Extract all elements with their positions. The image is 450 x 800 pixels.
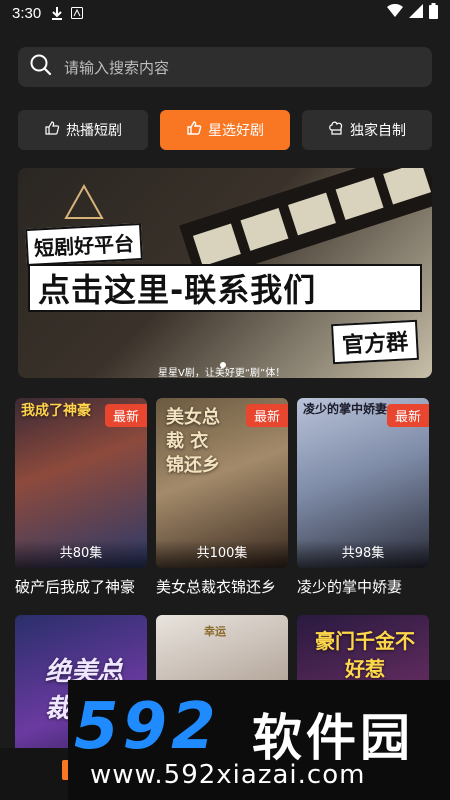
drama-poster[interactable]: 凌少的掌中娇妻 最新 共98集 bbox=[297, 398, 429, 568]
status-time: 3:30 bbox=[12, 4, 42, 22]
search-bar[interactable]: 请输入搜索内容 bbox=[18, 47, 432, 87]
poster-text: 我成了神豪 bbox=[21, 403, 91, 419]
drama-poster[interactable]: 美女总裁 衣锦还乡 最新 共100集 bbox=[156, 398, 288, 568]
tab-star-picks[interactable]: 星选好剧 bbox=[160, 110, 290, 150]
tab-exclusive[interactable]: 独家自制 bbox=[302, 110, 432, 150]
new-badge: 最新 bbox=[104, 404, 147, 427]
search-placeholder[interactable]: 请输入搜索内容 bbox=[64, 57, 169, 78]
drama-poster[interactable]: 我成了神豪 最新 共80集 bbox=[15, 398, 147, 568]
poster-text: 幸运 bbox=[204, 625, 226, 638]
status-bar: 3:30 bbox=[0, 0, 450, 26]
promo-banner[interactable]: 短剧好平台 点击这里-联系我们 官方群 星星V剧，让美好更“剧”体！ bbox=[18, 168, 432, 378]
tab-label: 热播短剧 bbox=[66, 123, 122, 139]
download-icon bbox=[51, 6, 63, 20]
thumb-up-icon bbox=[186, 120, 202, 140]
watermark-logo: 592 bbox=[74, 690, 220, 764]
drama-title[interactable]: 破产后我成了神豪 bbox=[15, 576, 147, 597]
thumb-icon bbox=[44, 120, 60, 140]
drama-title[interactable]: 凌少的掌中娇妻 bbox=[297, 576, 429, 597]
banner-slogan: 星星V剧，让美好更“剧”体！ bbox=[158, 368, 286, 378]
wifi-icon bbox=[387, 3, 403, 22]
signal-icon bbox=[409, 4, 423, 22]
drama-card[interactable]: 美女总裁 衣锦还乡 最新 共100集 美女总裁衣锦还乡 bbox=[156, 398, 288, 597]
new-badge: 最新 bbox=[386, 404, 429, 427]
poster-text: 美女总裁 衣锦还乡 bbox=[166, 407, 220, 476]
bottom-nav bbox=[0, 748, 68, 800]
clapper-icon bbox=[64, 183, 104, 219]
episode-count: 共98集 bbox=[297, 540, 429, 568]
drama-title[interactable]: 美女总裁衣锦还乡 bbox=[156, 576, 288, 597]
banner-line-2: 点击这里-联系我们 bbox=[28, 264, 422, 312]
tab-hot-dramas[interactable]: 热播短剧 bbox=[18, 110, 148, 150]
poster-text: 凌少的掌中娇妻 bbox=[303, 402, 388, 416]
new-badge: 最新 bbox=[245, 404, 288, 427]
category-tabs: 热播短剧 星选好剧 独家自制 bbox=[18, 110, 432, 150]
poster-text: 豪门千金不好惹 bbox=[315, 629, 415, 681]
drama-card[interactable]: 凌少的掌中娇妻 最新 共98集 凌少的掌中娇妻 bbox=[297, 398, 429, 597]
drama-card[interactable]: 我成了神豪 最新 共80集 破产后我成了神豪 bbox=[15, 398, 147, 597]
battery-icon bbox=[429, 3, 438, 23]
banner-line-3: 官方群 bbox=[330, 319, 419, 365]
episode-count: 共80集 bbox=[15, 540, 147, 568]
episode-count: 共100集 bbox=[156, 540, 288, 568]
banner-line-1: 短剧好平台 bbox=[25, 222, 143, 267]
search-icon bbox=[30, 54, 52, 80]
watermark-url: www.592xiazai.com bbox=[90, 760, 366, 790]
app-notification-icon bbox=[71, 7, 84, 19]
site-watermark: 592 软件园 www.592xiazai.com bbox=[68, 680, 450, 800]
tab-label: 独家自制 bbox=[350, 123, 406, 139]
tab-label: 星选好剧 bbox=[208, 123, 264, 139]
chef-hat-icon bbox=[328, 120, 344, 140]
